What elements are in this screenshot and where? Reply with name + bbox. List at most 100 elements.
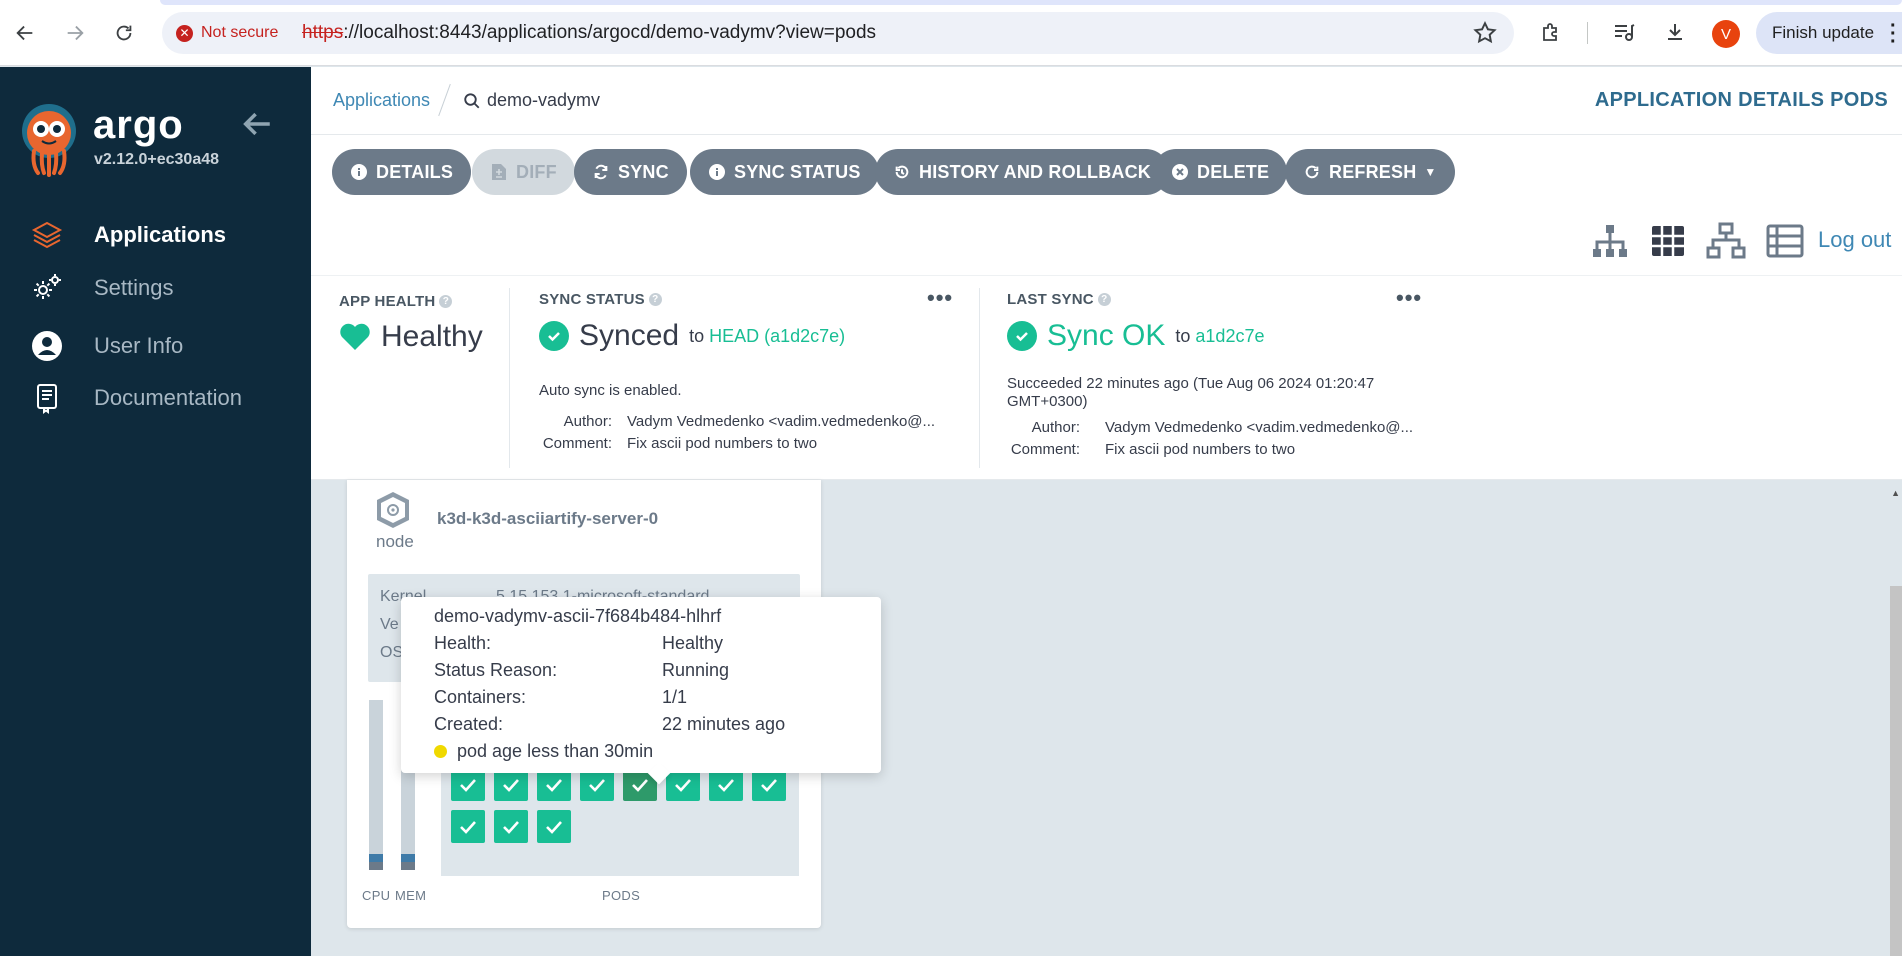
sidebar-item-user-info[interactable]: User Info xyxy=(30,326,300,366)
search-icon xyxy=(464,92,480,108)
tooltip-age-note: pod age less than 30min xyxy=(434,741,653,762)
info-row-version: Ve xyxy=(380,616,399,634)
sync-button-label: SYNC xyxy=(618,161,669,182)
sidebar-item-documentation[interactable]: Documentation xyxy=(30,378,300,418)
caret-down-icon: ▼ xyxy=(1424,165,1437,179)
info-key: OS xyxy=(380,644,404,661)
extensions-icon[interactable] xyxy=(1537,18,1565,46)
warning-icon: ✕ xyxy=(176,24,193,42)
collapse-arrow-icon[interactable] xyxy=(240,107,274,141)
kebab-menu-icon[interactable]: · · · xyxy=(1890,16,1897,52)
download-icon[interactable] xyxy=(1661,18,1689,46)
check-icon xyxy=(546,820,562,834)
brand-name: argo xyxy=(93,103,184,147)
sidebar-item-label: User Info xyxy=(94,333,184,358)
sync-status-more-icon[interactable]: ••• xyxy=(927,285,953,311)
tab-strip-accent xyxy=(160,0,1902,5)
argo-octopus-logo xyxy=(22,104,76,177)
app-health-value: Healthy xyxy=(339,320,483,354)
last-sync-value: Sync OK to a1d2c7e xyxy=(1007,319,1264,353)
sync-status-button[interactable]: SYNC STATUS xyxy=(690,149,879,195)
diff-button[interactable]: DIFF xyxy=(472,149,575,195)
help-icon[interactable]: ? xyxy=(439,295,453,308)
check-circle-icon xyxy=(539,321,569,351)
mem-label: MEM xyxy=(395,888,427,903)
security-label: Not secure xyxy=(201,24,279,41)
column-divider xyxy=(509,288,510,468)
check-icon xyxy=(761,778,777,792)
refresh-button[interactable]: REFRESH ▼ xyxy=(1285,149,1455,195)
reload-icon[interactable] xyxy=(109,18,139,48)
details-button[interactable]: DETAILS xyxy=(332,149,472,195)
check-icon xyxy=(460,778,476,792)
node-type-label: node xyxy=(376,532,414,551)
help-icon[interactable]: ? xyxy=(1097,293,1111,306)
finish-update-label: Finish update xyxy=(1772,23,1875,42)
breadcrumb-current[interactable]: demo-vadymv xyxy=(463,90,600,111)
kubernetes-node-icon xyxy=(377,492,409,528)
security-chip[interactable]: ✕ Not secure xyxy=(176,20,278,46)
revision-link[interactable]: a1d2c7e xyxy=(1195,326,1264,346)
to-text: to xyxy=(689,325,705,346)
last-sync-target: to a1d2c7e xyxy=(1175,326,1264,347)
tooltip-value-created: 22 minutes ago xyxy=(662,714,786,734)
help-icon[interactable]: ? xyxy=(648,293,662,306)
author-value: Vadym Vedmedenko <vadim.vedmedenko@... xyxy=(627,413,936,430)
pod-square[interactable] xyxy=(537,810,571,843)
forward-icon[interactable] xyxy=(60,18,90,48)
user-circle-icon xyxy=(30,329,64,363)
breadcrumb-applications[interactable]: Applications xyxy=(333,90,430,111)
pod-tooltip: demo-vadymv-ascii-7f684b484-hlhrf Health… xyxy=(401,597,881,773)
back-icon[interactable] xyxy=(10,18,40,48)
revision-link[interactable]: HEAD (a1d2c7e) xyxy=(709,326,845,346)
sidebar-item-settings[interactable]: Settings xyxy=(30,268,300,308)
network-view-icon[interactable] xyxy=(1706,221,1746,261)
scroll-up-icon[interactable]: ▲ xyxy=(1891,488,1900,498)
version-label: v2.12.0+ec30a48 xyxy=(94,151,220,168)
pod-square[interactable] xyxy=(494,810,528,843)
tooltip-value-containers: 1/1 xyxy=(662,687,688,707)
cpu-bar xyxy=(369,700,383,870)
cpu-label: CPU xyxy=(362,888,391,903)
app-health-label-text: APP HEALTH xyxy=(339,293,436,310)
sync-status-value: Synced to HEAD (a1d2c7e) xyxy=(539,319,845,353)
mem-bar-request xyxy=(401,862,415,870)
list-view-icon[interactable] xyxy=(1765,221,1805,261)
pods-view-icon[interactable] xyxy=(1648,221,1688,261)
address-bar[interactable]: ✕ Not secure https://localhost:8443/appl… xyxy=(162,12,1514,54)
last-sync-more-icon[interactable]: ••• xyxy=(1396,285,1422,311)
sidebar-item-label: Documentation xyxy=(94,385,242,410)
status-panel: APP HEALTH ? Healthy SYNC STATUS ? ••• S… xyxy=(311,275,1902,480)
media-control-icon[interactable] xyxy=(1610,18,1638,46)
author-key: Author: xyxy=(563,413,612,430)
finish-update-button[interactable]: Finish update · · · xyxy=(1756,12,1902,54)
breadcrumb-separator xyxy=(438,83,451,117)
last-sync-label: LAST SYNC ? xyxy=(1007,291,1111,308)
sync-status-label-text: SYNC STATUS xyxy=(539,291,645,308)
scrollbar-thumb[interactable] xyxy=(1890,586,1902,956)
sidebar-item-applications[interactable]: Applications xyxy=(30,215,300,255)
comment-value: Fix ascii pod numbers to two xyxy=(1105,441,1296,458)
profile-avatar[interactable]: V xyxy=(1712,20,1740,48)
url-text[interactable]: https://localhost:8443/applications/argo… xyxy=(302,22,876,44)
tooltip-key-status-reason: Status Reason: xyxy=(434,660,558,680)
check-icon xyxy=(460,820,476,834)
bookmark-star-icon[interactable] xyxy=(1472,20,1498,46)
tree-view-icon[interactable] xyxy=(1590,221,1630,261)
last-sync-comment-row: Comment: Fix ascii pod numbers to two xyxy=(1007,441,1427,461)
sync-status-target: to HEAD (a1d2c7e) xyxy=(689,326,845,347)
sync-button[interactable]: SYNC xyxy=(574,149,687,195)
delete-button[interactable]: DELETE xyxy=(1153,149,1288,195)
sync-status-text: Synced xyxy=(579,319,680,352)
logout-link[interactable]: Log out xyxy=(1818,227,1891,253)
info-key: Ve xyxy=(380,616,399,633)
pod-square[interactable] xyxy=(451,810,485,843)
details-button-label: DETAILS xyxy=(376,161,454,182)
history-rollback-button[interactable]: HISTORY AND ROLLBACK xyxy=(875,149,1170,195)
last-sync-label-text: LAST SYNC xyxy=(1007,291,1094,308)
author-value: Vadym Vedmedenko <vadim.vedmedenko@... xyxy=(1105,419,1414,436)
tooltip-value-health: Healthy xyxy=(662,633,724,653)
comment-value: Fix ascii pod numbers to two xyxy=(627,435,818,452)
action-toolbar: DETAILS DIFF SYNC SYNC STATUS HISTORY AN… xyxy=(311,135,1902,275)
app-health-label: APP HEALTH ? xyxy=(339,293,453,310)
